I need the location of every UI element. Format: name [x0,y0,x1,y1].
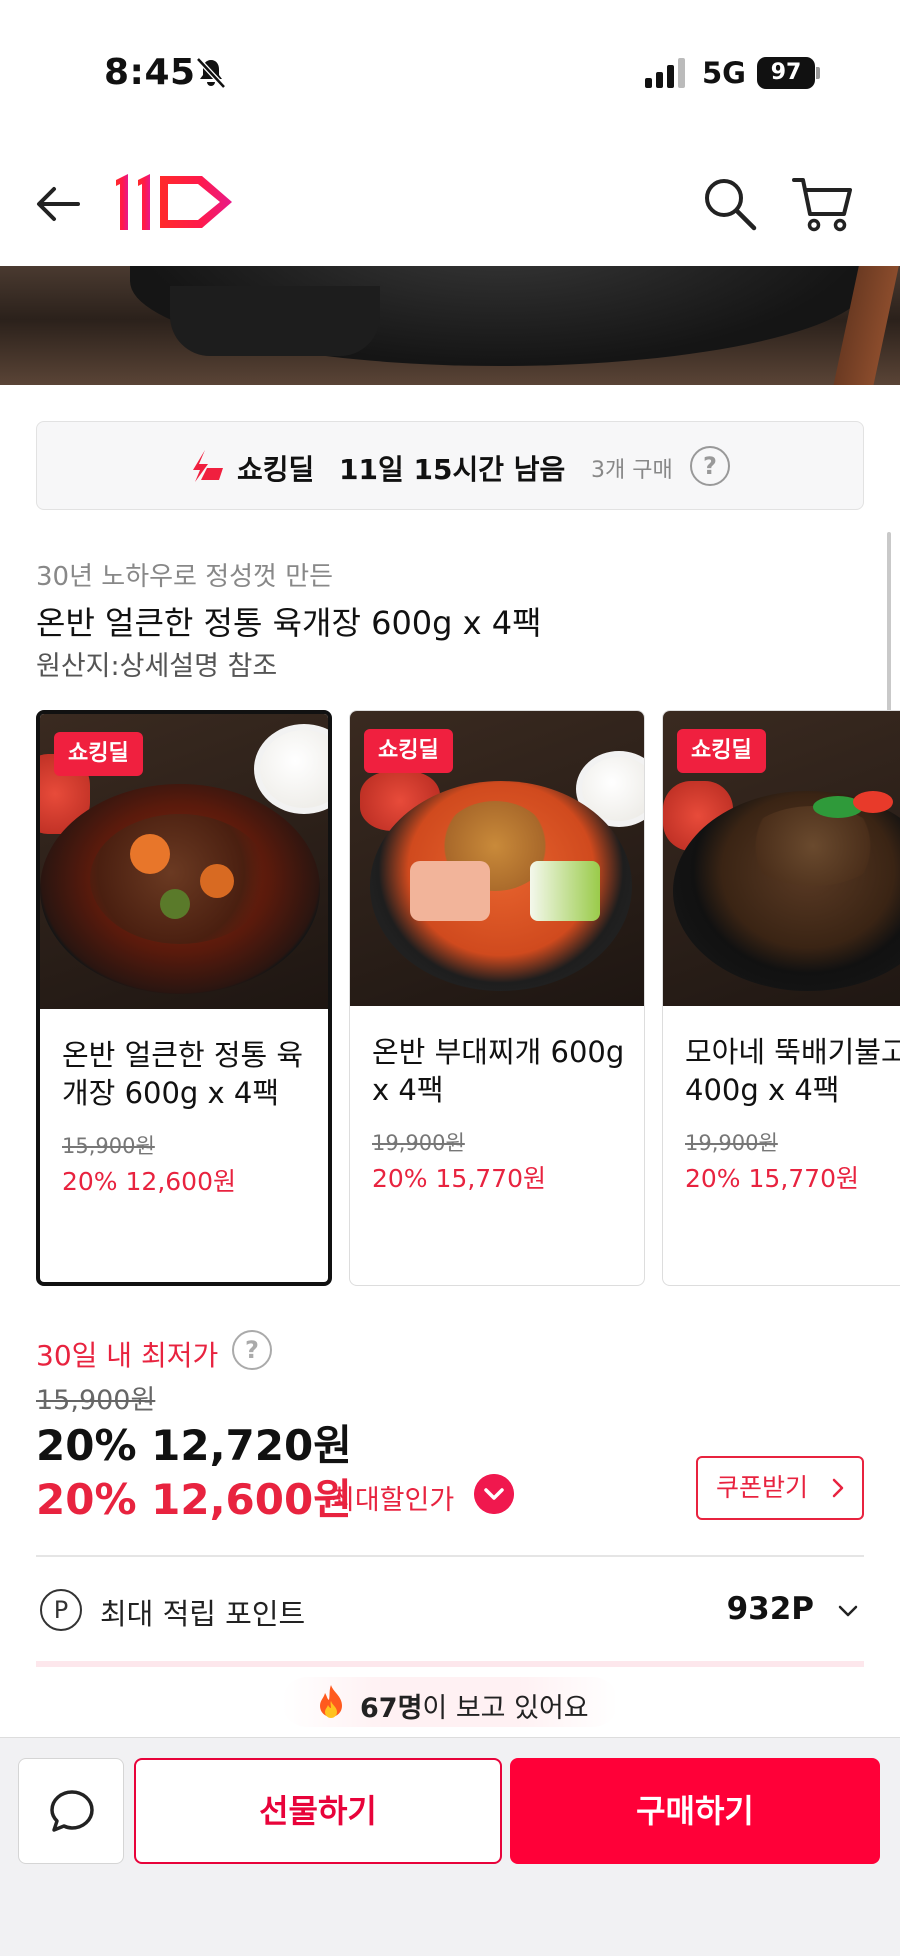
option-image: 쇼킹딜 [40,714,328,1009]
deal-label: 쇼킹딜 [237,453,315,486]
deal-badge: 쇼킹딜 [364,729,453,773]
option-name: 온반 부대찌개 600g x 4팩 [372,1035,625,1107]
option-name: 모아네 뚝배기불고기 400g x 4팩 [685,1035,900,1107]
chevron-down-icon[interactable] [836,1599,860,1623]
chat-button[interactable] [18,1758,124,1864]
divider [36,1555,864,1557]
coupon-button[interactable]: 쿠폰받기 [696,1456,864,1520]
deal-badge: 쇼킹딜 [677,729,766,773]
product-hero-image [0,266,900,385]
deal-help-icon[interactable]: ? [690,446,730,486]
buy-button[interactable]: 구매하기 [510,1758,880,1864]
11st-logo[interactable] [112,166,244,236]
scrollbar[interactable] [887,532,891,712]
bell-muted-icon [196,57,226,89]
hero-pot-handle [170,286,380,356]
cell-signal-icon [645,58,685,88]
final-price: 20% 12,600원 [36,1475,352,1524]
option-sale-price: 20% 12,600원 [62,1167,236,1196]
option-card[interactable]: 쇼킹딜 온반 얼큰한 정통 육개장 600g x 4팩 15,900원 20% … [36,710,332,1286]
app-header [0,140,900,266]
bottom-action-bar: 선물하기 구매하기 [0,1737,900,1956]
viewers-suffix: 이 보고 있어요 [422,1693,589,1724]
option-original-price: 15,900원 [62,1134,155,1158]
fire-icon [320,1685,342,1718]
chevron-down-icon[interactable] [474,1474,514,1514]
network-type: 5G [702,56,746,90]
viewers-count: 67명 [360,1693,423,1724]
lowest-price-help-icon[interactable]: ? [232,1330,272,1370]
option-image: 쇼킹딜 [350,711,644,1006]
battery-indicator: 97 [757,57,815,89]
deal-badge: 쇼킹딜 [54,732,143,776]
viewers-banner: 67명이 보고 있어요 [0,1667,900,1737]
option-carousel[interactable]: 쇼킹딜 온반 얼큰한 정통 육개장 600g x 4팩 15,900원 20% … [36,710,900,1288]
option-sale-price: 20% 15,770원 [685,1164,859,1193]
option-original-price: 19,900원 [685,1131,778,1155]
points-label: 최대 적립 포인트 [100,1597,306,1631]
battery-tip [816,67,820,79]
deal-purchase-count: 3개 구매 [591,458,673,483]
shocking-deal-icon [193,450,223,482]
option-original-price: 19,900원 [372,1131,465,1155]
product-subtitle: 30년 노하우로 정성껏 만든 [36,562,334,592]
cart-icon[interactable] [790,174,854,234]
option-name: 온반 얼큰한 정통 육개장 600g x 4팩 [62,1038,304,1110]
points-row[interactable]: P 최대 적립 포인트 932P [36,1583,864,1639]
status-time: 8:45 [104,52,196,93]
max-discount-label: 최대할인가 [330,1485,455,1516]
option-sale-price: 20% 15,770원 [372,1164,546,1193]
gift-button[interactable]: 선물하기 [134,1758,502,1864]
product-origin: 원산지:상세설명 참조 [36,651,278,682]
chat-bubble-icon [50,1790,94,1832]
chevron-right-icon [832,1478,844,1498]
status-bar: 8:45 5G 97 [0,0,900,140]
viewers-text: 67명이 보고 있어요 [360,1686,589,1725]
deal-time-left: 11일 15시간 남음 [339,453,566,486]
product-title: 온반 얼큰한 정통 육개장 600g x 4팩 [36,604,542,642]
shocking-deal-bar: 쇼킹딜 11일 15시간 남음 3개 구매 ? [36,421,864,510]
option-card[interactable]: 쇼킹딜 온반 부대찌개 600g x 4팩 19,900원 20% 15,770… [349,710,645,1286]
option-card[interactable]: 쇼킹딜 모아네 뚝배기불고기 400g x 4팩 19,900원 20% 15,… [662,710,900,1286]
lowest-price-label: 30일 내 최저가 [36,1339,219,1372]
points-icon: P [40,1589,82,1631]
coupon-label: 쿠폰받기 [716,1473,809,1502]
option-image: 쇼킹딜 [663,711,900,1006]
points-value: 932P [726,1591,814,1627]
search-icon[interactable] [700,174,760,234]
arrow-left-icon[interactable] [30,176,86,232]
discounted-price: 20% 12,720원 [36,1421,352,1470]
